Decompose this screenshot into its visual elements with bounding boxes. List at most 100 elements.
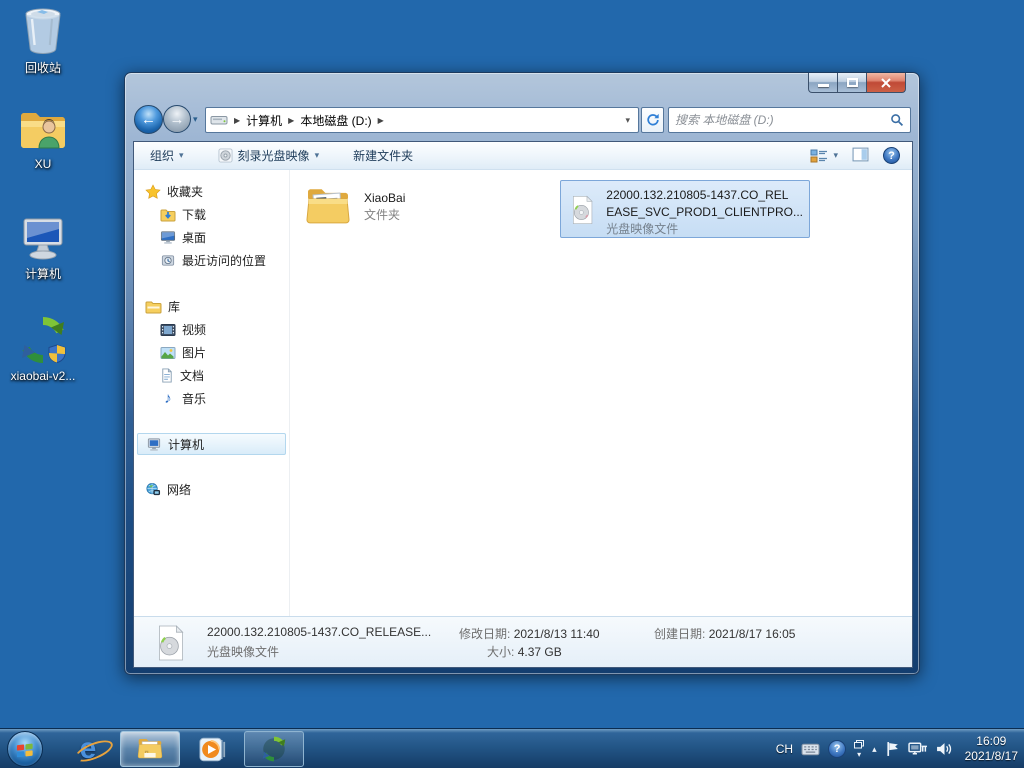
desktop-icon-xiaobai[interactable]: xiaobai-v2... — [0, 314, 86, 383]
caption-buttons — [808, 73, 906, 93]
maximize-button[interactable] — [838, 73, 866, 93]
desktop-icon-label: XU — [0, 157, 86, 171]
desktop-icon-label: xiaobai-v2... — [0, 369, 86, 383]
back-arrow-icon: ← — [141, 111, 156, 128]
created-value: 2021/8/17 16:05 — [709, 627, 796, 641]
breadcrumb-arrow-icon[interactable]: ▶ — [372, 116, 390, 125]
details-size: 大小: 4.37 GB — [487, 643, 562, 660]
media-player-icon — [199, 736, 226, 763]
file-type: 光盘映像文件 — [606, 221, 803, 238]
file-list[interactable]: XiaoBai 文件夹 — [290, 170, 912, 616]
recent-pages-dropdown[interactable]: ▾ — [193, 114, 198, 125]
start-button[interactable] — [5, 731, 45, 767]
sidebar-item-label: 图片 — [182, 344, 206, 361]
sidebar-item-recent-places[interactable]: 最近访问的位置 — [134, 249, 289, 272]
sidebar-item-documents[interactable]: 文档 — [134, 364, 289, 387]
navigation-pane: 收藏夹 下载 — [134, 170, 290, 616]
file-tile-xiaobai-folder[interactable]: XiaoBai 文件夹 — [304, 184, 405, 230]
file-tile-iso-selected[interactable]: 22000.132.210805-1437.CO_REL EASE_SVC_PR… — [560, 180, 810, 238]
volume-icon[interactable] — [936, 741, 953, 757]
sidebar-item-music[interactable]: ♪ 音乐 — [134, 387, 289, 410]
search-input[interactable] — [675, 113, 890, 127]
file-name: XiaoBai — [364, 190, 405, 207]
network-status-icon[interactable] — [908, 741, 928, 757]
sidebar-spacer — [134, 410, 289, 433]
sidebar-item-label: 文档 — [180, 367, 204, 384]
taskbar-wmp-button[interactable] — [186, 731, 238, 767]
tray-help-icon[interactable]: ? — [828, 740, 846, 758]
address-bar[interactable]: ▶ 计算机 ▶ 本地磁盘 (D:) ▶ ▾ — [205, 107, 639, 133]
sync-arrows-icon — [260, 735, 288, 763]
question-mark-icon: ? — [834, 743, 841, 755]
breadcrumb-computer[interactable]: 计算机 — [246, 112, 282, 129]
disc-image-file-icon — [569, 187, 596, 233]
explorer-window: ← → ▾ ▶ 计算机 ▶ 本地磁盘 (D:) ▶ ▾ — [124, 72, 920, 675]
taskbar-xiaobai-button[interactable] — [244, 731, 304, 767]
navigation-bar: ← → ▾ ▶ 计算机 ▶ 本地磁盘 (D:) ▶ ▾ — [125, 105, 919, 135]
document-icon — [160, 368, 174, 383]
breadcrumb-local-disk-d[interactable]: 本地磁盘 (D:) — [300, 112, 371, 129]
sidebar-item-desktop[interactable]: 桌面 — [134, 226, 289, 249]
system-tray: CH ? ▾ ▴ — [776, 729, 1018, 768]
minimize-button[interactable] — [808, 73, 838, 93]
forward-button[interactable]: → — [163, 105, 191, 133]
chevron-down-icon: ▾ — [833, 150, 838, 161]
sidebar-item-computer[interactable]: 计算机 — [137, 433, 286, 455]
refresh-button[interactable] — [641, 107, 664, 133]
libraries-icon — [145, 300, 162, 314]
monitor-icon — [160, 230, 176, 245]
views-button[interactable]: ▾ — [810, 148, 838, 164]
taskbar-ie-button[interactable]: e — [66, 731, 110, 767]
desktop-icon-xu-folder[interactable]: XU — [0, 108, 86, 171]
preview-pane-button[interactable] — [852, 147, 869, 165]
disc-image-file-icon — [154, 624, 188, 662]
star-icon — [145, 184, 161, 200]
close-button[interactable] — [866, 73, 906, 93]
language-indicator[interactable]: CH — [776, 742, 793, 756]
chevron-down-icon: ▾ — [315, 150, 320, 161]
sidebar-spacer — [134, 272, 289, 295]
breadcrumb-arrow-icon[interactable]: ▶ — [282, 116, 300, 125]
desktop-icon-recycle-bin[interactable]: 回收站 — [0, 6, 86, 76]
taskbar-clock[interactable]: 16:09 2021/8/17 — [965, 734, 1018, 764]
computer-icon — [18, 214, 68, 262]
start-orb — [7, 731, 43, 767]
folder-icon — [304, 184, 352, 230]
clock-date: 2021/8/17 — [965, 749, 1018, 764]
tray-app-icon[interactable]: ▾ — [854, 740, 864, 759]
organize-button[interactable]: 组织 ▾ — [150, 147, 184, 164]
computer-small-icon — [146, 437, 162, 452]
search-box[interactable] — [668, 107, 911, 133]
details-modified: 修改日期: 2021/8/13 11:40 — [459, 625, 600, 642]
burn-disc-image-button[interactable]: 刻录光盘映像 ▾ — [218, 147, 320, 164]
chevron-down-icon: ▾ — [857, 750, 861, 759]
action-center-flag-icon[interactable] — [885, 741, 900, 757]
size-label: 大小: — [487, 645, 514, 659]
sidebar-item-network[interactable]: 网络 — [134, 478, 289, 501]
desktop-icon-computer[interactable]: 计算机 — [0, 214, 86, 282]
size-value: 4.37 GB — [518, 645, 562, 659]
modified-value: 2021/8/13 11:40 — [514, 627, 600, 641]
taskbar-explorer-button[interactable] — [120, 731, 180, 767]
new-folder-button[interactable]: 新建文件夹 — [353, 147, 413, 164]
download-folder-icon — [160, 208, 176, 222]
search-icon — [890, 113, 904, 127]
help-button[interactable]: ? — [883, 147, 900, 164]
internet-explorer-icon: e — [80, 734, 97, 764]
details-pane: 22000.132.210805-1437.CO_RELEASE... 光盘映像… — [134, 616, 912, 667]
file-tile-text: 22000.132.210805-1437.CO_REL EASE_SVC_PR… — [606, 187, 803, 231]
sidebar-item-pictures[interactable]: 图片 — [134, 341, 289, 364]
file-tile-text: XiaoBai 文件夹 — [364, 184, 405, 230]
show-hidden-icons-button[interactable]: ▴ — [872, 744, 877, 755]
sidebar-item-label: 视频 — [182, 321, 206, 338]
sidebar-group-favorites[interactable]: 收藏夹 — [134, 180, 289, 203]
sync-arrows-icon — [17, 314, 69, 366]
file-name-line1: 22000.132.210805-1437.CO_REL — [606, 187, 803, 204]
sidebar-item-videos[interactable]: 视频 — [134, 318, 289, 341]
keyboard-icon[interactable] — [801, 742, 820, 757]
back-button[interactable]: ← — [134, 105, 163, 134]
sidebar-item-downloads[interactable]: 下载 — [134, 203, 289, 226]
sidebar-group-libraries[interactable]: 库 — [134, 295, 289, 318]
taskbar: e — [0, 728, 1024, 768]
address-dropdown-icon[interactable]: ▾ — [621, 115, 634, 126]
